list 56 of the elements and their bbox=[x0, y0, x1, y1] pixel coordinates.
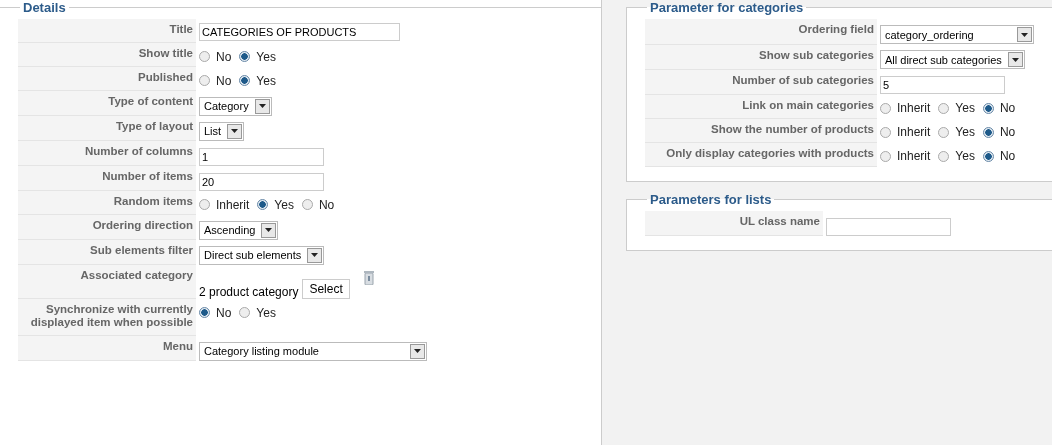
dropdown[interactable]: category_ordering bbox=[880, 25, 1034, 44]
field-label: Ordering field bbox=[645, 19, 877, 44]
dropdown[interactable]: Direct sub elements bbox=[199, 245, 325, 265]
trash-icon[interactable] bbox=[363, 270, 374, 285]
text-field[interactable]: 5 bbox=[880, 76, 1005, 94]
text-field[interactable]: CATEGORIES OF PRODUCTS bbox=[199, 23, 400, 41]
text-field[interactable]: 1 bbox=[199, 147, 324, 166]
radio-option[interactable]: Yes bbox=[257, 197, 294, 212]
dropdown[interactable]: Category bbox=[199, 96, 272, 116]
dropdown[interactable]: All direct sub categories bbox=[880, 50, 1025, 69]
radio-option[interactable]: Yes bbox=[938, 125, 975, 139]
radio-option[interactable]: Yes bbox=[938, 101, 975, 115]
text-field[interactable] bbox=[826, 217, 951, 236]
field-label: UL class name bbox=[645, 210, 823, 236]
radio-option[interactable]: Yes bbox=[239, 73, 276, 88]
selected-category: 2 product category bbox=[199, 284, 299, 299]
panel-legend: Parameter for categories bbox=[647, 0, 807, 15]
field-label: Ordering direction bbox=[18, 214, 196, 240]
field-label: Number of sub categories bbox=[645, 69, 877, 94]
panel-legend: Details bbox=[20, 0, 69, 15]
field-label: Only display categories with products bbox=[645, 142, 877, 166]
field-label: Number of columns bbox=[18, 140, 196, 166]
radio-option[interactable]: Inherit bbox=[199, 197, 250, 212]
radio-option[interactable]: Inherit bbox=[880, 125, 931, 139]
radio-option[interactable]: No bbox=[301, 197, 335, 212]
radio-option[interactable]: No bbox=[982, 101, 1016, 115]
dropdown[interactable]: Category listing module bbox=[199, 341, 427, 361]
radio-option[interactable]: Yes bbox=[239, 305, 276, 320]
field-label: Title bbox=[18, 19, 196, 43]
radio-option[interactable]: No bbox=[199, 49, 232, 64]
field-label: Show sub categories bbox=[645, 44, 877, 69]
field-label: Menu bbox=[18, 335, 196, 361]
field-label: Show the number of products bbox=[645, 118, 877, 142]
dropdown[interactable]: Ascending bbox=[199, 220, 279, 240]
field-label: Published bbox=[18, 66, 196, 91]
radio-option[interactable]: No bbox=[199, 305, 232, 320]
radio-option[interactable]: Inherit bbox=[880, 101, 931, 115]
radio-option[interactable]: No bbox=[982, 125, 1016, 139]
text-field[interactable]: 20 bbox=[199, 172, 324, 191]
field-label: Link on main categories bbox=[645, 94, 877, 118]
radio-option[interactable]: Yes bbox=[938, 149, 975, 163]
field-label: Random items bbox=[18, 190, 196, 215]
radio-option[interactable]: Inherit bbox=[880, 149, 931, 163]
dropdown[interactable]: List bbox=[199, 121, 245, 141]
field-label: Type of layout bbox=[18, 115, 196, 141]
radio-option[interactable]: No bbox=[982, 149, 1016, 163]
field-label: Associated category bbox=[18, 264, 196, 299]
radio-option[interactable]: No bbox=[199, 73, 232, 88]
field-label: Synchronize with currently displayed item when possible bbox=[18, 298, 196, 336]
field-label: Type of content bbox=[18, 90, 196, 116]
field-label: Show title bbox=[18, 42, 196, 67]
panel-legend: Parameters for lists bbox=[647, 191, 775, 207]
select-button[interactable]: Select bbox=[302, 278, 350, 299]
radio-option[interactable]: Yes bbox=[239, 49, 276, 64]
field-label: Number of items bbox=[18, 165, 196, 191]
field-label: Sub elements filter bbox=[18, 239, 196, 265]
